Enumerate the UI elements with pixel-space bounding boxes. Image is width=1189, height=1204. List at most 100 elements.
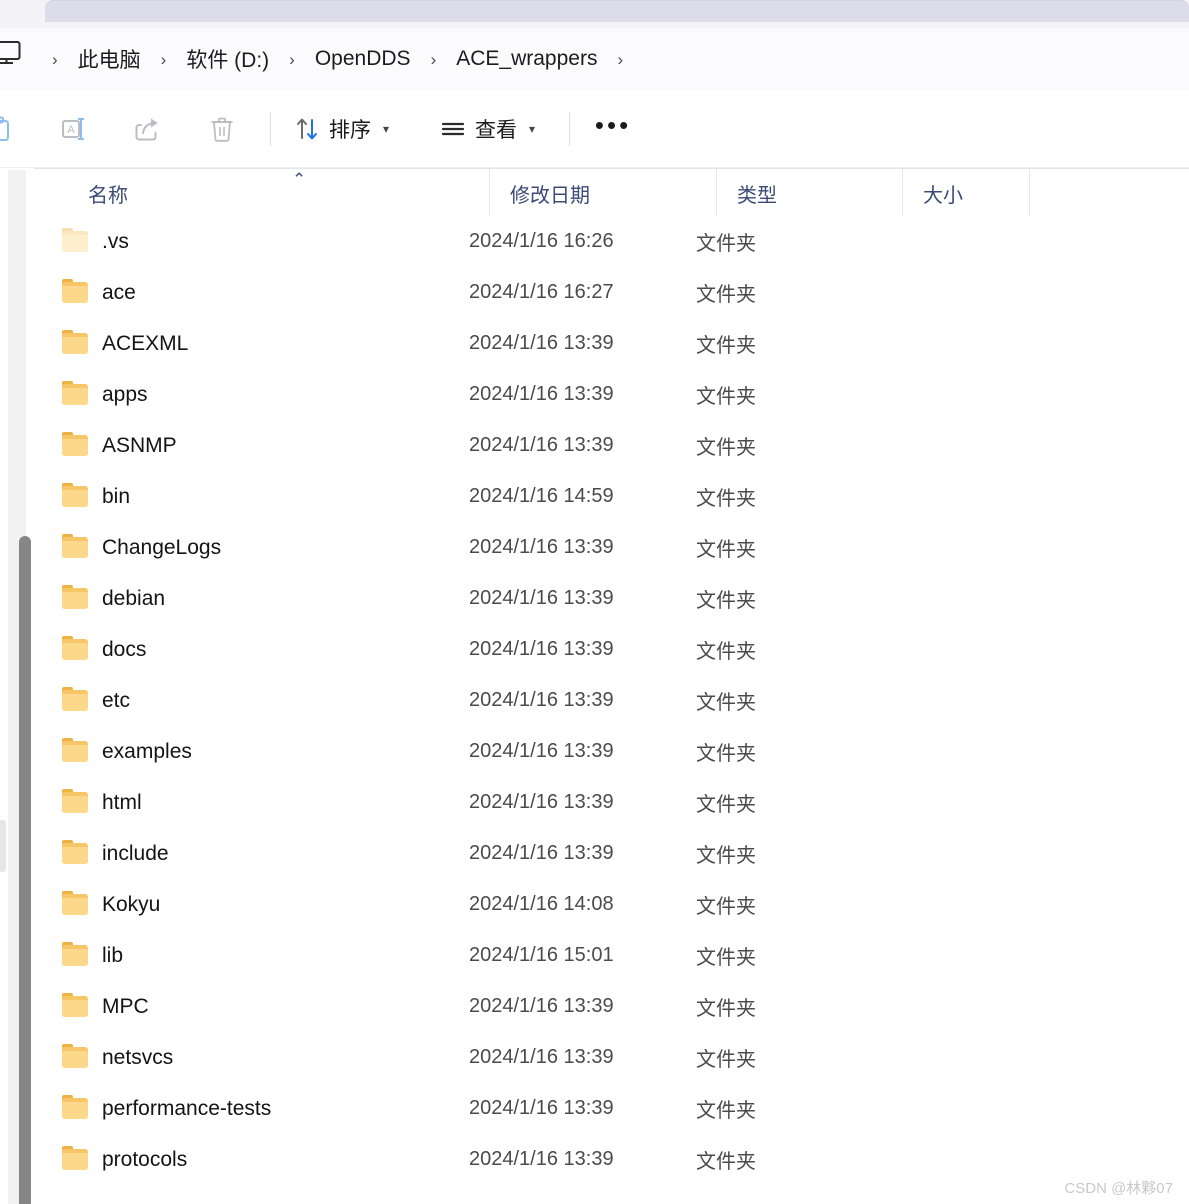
vertical-scrollbar-thumb[interactable]	[19, 536, 31, 1204]
file-name-cell[interactable]: netsvcs	[34, 1044, 455, 1070]
file-explorer-window: › 此电脑 › 软件 (D:) › OpenDDS › ACE_wrappers…	[0, 0, 1189, 1204]
file-name-cell[interactable]: ace	[34, 279, 455, 305]
file-row[interactable]: include 2024/1/16 13:39 文件夹	[34, 828, 1189, 879]
file-date-label: 2024/1/16 15:01	[469, 944, 614, 966]
file-name-label: docs	[102, 637, 147, 661]
file-date-cell: 2024/1/16 15:01	[455, 944, 682, 967]
address-bar[interactable]: › 此电脑 › 软件 (D:) › OpenDDS › ACE_wrappers…	[0, 28, 1189, 90]
command-bar: A 排序 ▾ 查看 ▾ •••	[0, 90, 1189, 168]
file-name-cell[interactable]: ASNMP	[34, 432, 455, 458]
file-name-cell[interactable]: performance-tests	[34, 1095, 455, 1121]
file-name-cell[interactable]: ChangeLogs	[34, 534, 455, 560]
breadcrumb-item-opendds[interactable]: OpenDDS	[309, 44, 417, 74]
file-name-label: MPC	[102, 994, 149, 1018]
view-label: 查看	[475, 119, 518, 142]
file-date-cell: 2024/1/16 13:39	[455, 740, 682, 763]
file-name-cell[interactable]: debian	[34, 585, 455, 611]
file-type-label: 文件夹	[696, 845, 756, 867]
folder-icon	[62, 228, 88, 252]
file-date-cell: 2024/1/16 16:26	[455, 230, 682, 253]
file-name-cell[interactable]: apps	[34, 381, 455, 407]
folder-icon	[62, 279, 88, 303]
file-name-label: include	[102, 841, 169, 865]
file-type-label: 文件夹	[696, 794, 756, 816]
file-name-cell[interactable]: Kokyu	[34, 891, 455, 917]
breadcrumb-item-drive-d[interactable]: 软件 (D:)	[180, 41, 275, 77]
file-row[interactable]: ace 2024/1/16 16:27 文件夹	[34, 267, 1189, 318]
share-button[interactable]	[122, 106, 174, 152]
vertical-scrollbar-track[interactable]	[8, 170, 31, 1204]
view-button[interactable]: 查看 ▾	[429, 106, 547, 152]
file-row[interactable]: MPC 2024/1/16 13:39 文件夹	[34, 981, 1189, 1032]
file-date-label: 2024/1/16 13:39	[469, 995, 614, 1017]
file-row[interactable]: apps 2024/1/16 13:39 文件夹	[34, 369, 1189, 420]
file-row[interactable]: ChangeLogs 2024/1/16 13:39 文件夹	[34, 522, 1189, 573]
file-row[interactable]: ACEXML 2024/1/16 13:39 文件夹	[34, 318, 1189, 369]
file-name-cell[interactable]: html	[34, 789, 455, 815]
file-name-cell[interactable]: MPC	[34, 993, 455, 1019]
file-row[interactable]: examples 2024/1/16 13:39 文件夹	[34, 726, 1189, 777]
file-type-label: 文件夹	[696, 233, 756, 255]
sort-button[interactable]: 排序 ▾	[283, 106, 401, 152]
more-options-button[interactable]: •••	[582, 106, 644, 152]
file-row[interactable]: protocols 2024/1/16 13:39 文件夹	[34, 1134, 1189, 1185]
file-date-label: 2024/1/16 13:39	[469, 638, 614, 660]
file-type-cell: 文件夹	[682, 329, 868, 358]
delete-button[interactable]	[196, 106, 248, 152]
column-header-row: ⌃ 名称 修改日期 类型 大小	[34, 168, 1189, 217]
column-header-type[interactable]: 类型	[716, 169, 902, 217]
file-date-label: 2024/1/16 13:39	[469, 842, 614, 864]
file-type-label: 文件夹	[696, 998, 756, 1020]
file-name-cell[interactable]: .vs	[34, 228, 455, 254]
file-name-label: debian	[102, 586, 166, 610]
file-row[interactable]: debian 2024/1/16 13:39 文件夹	[34, 573, 1189, 624]
file-date-cell: 2024/1/16 13:39	[455, 434, 682, 457]
file-name-cell[interactable]: bin	[34, 483, 455, 509]
file-name-cell[interactable]: include	[34, 840, 455, 866]
file-row[interactable]: docs 2024/1/16 13:39 文件夹	[34, 624, 1189, 675]
paste-button[interactable]	[0, 106, 26, 152]
column-header-size[interactable]: 大小	[902, 169, 1029, 217]
file-name-label: protocols	[102, 1147, 188, 1171]
file-type-cell: 文件夹	[682, 635, 868, 664]
file-date-label: 2024/1/16 13:39	[469, 434, 614, 456]
file-type-label: 文件夹	[696, 1049, 756, 1071]
sort-label: 排序	[329, 119, 371, 142]
breadcrumb-item-this-pc[interactable]: 此电脑	[72, 41, 147, 77]
column-header-name[interactable]: 名称	[68, 169, 489, 217]
file-name-cell[interactable]: examples	[34, 738, 455, 764]
file-type-cell: 文件夹	[682, 227, 868, 256]
folder-icon	[62, 687, 88, 711]
file-row[interactable]: ASNMP 2024/1/16 13:39 文件夹	[34, 420, 1189, 471]
file-row[interactable]: bin 2024/1/16 14:59 文件夹	[34, 471, 1189, 522]
file-row[interactable]: lib 2024/1/16 15:01 文件夹	[34, 930, 1189, 981]
file-name-cell[interactable]: etc	[34, 687, 455, 713]
folder-icon	[62, 738, 88, 762]
column-header-date-modified[interactable]: 修改日期	[489, 169, 716, 217]
breadcrumb-item-ace-wrappers[interactable]: ACE_wrappers	[450, 44, 603, 74]
file-row[interactable]: performance-tests 2024/1/16 13:39 文件夹	[34, 1083, 1189, 1134]
file-date-label: 2024/1/16 13:39	[469, 587, 614, 609]
file-date-cell: 2024/1/16 13:39	[455, 587, 682, 610]
file-name-cell[interactable]: protocols	[34, 1146, 455, 1172]
file-type-label: 文件夹	[696, 743, 756, 765]
file-row[interactable]: Kokyu 2024/1/16 14:08 文件夹	[34, 879, 1189, 930]
breadcrumb-separator-0: ›	[52, 49, 58, 69]
file-date-cell: 2024/1/16 13:39	[455, 1148, 682, 1171]
rename-button[interactable]: A	[48, 106, 100, 152]
sort-icon	[297, 118, 317, 140]
file-type-cell: 文件夹	[682, 380, 868, 409]
file-name-cell[interactable]: ACEXML	[34, 330, 455, 356]
file-row[interactable]: etc 2024/1/16 13:39 文件夹	[34, 675, 1189, 726]
file-list[interactable]: .vs 2024/1/16 16:26 文件夹 ace 2024/1/16 16:27 文…	[34, 216, 1189, 1204]
file-row[interactable]: netsvcs 2024/1/16 13:39 文件夹	[34, 1032, 1189, 1083]
explorer-tab[interactable]	[45, 0, 1189, 22]
navigation-pane-splitter[interactable]	[0, 820, 6, 872]
file-name-cell[interactable]: lib	[34, 942, 455, 968]
file-row[interactable]: html 2024/1/16 13:39 文件夹	[34, 777, 1189, 828]
folder-icon	[62, 636, 88, 660]
file-name-label: html	[102, 790, 142, 814]
file-row[interactable]: .vs 2024/1/16 16:26 文件夹	[34, 216, 1189, 267]
view-icon	[441, 122, 465, 136]
file-name-cell[interactable]: docs	[34, 636, 455, 662]
